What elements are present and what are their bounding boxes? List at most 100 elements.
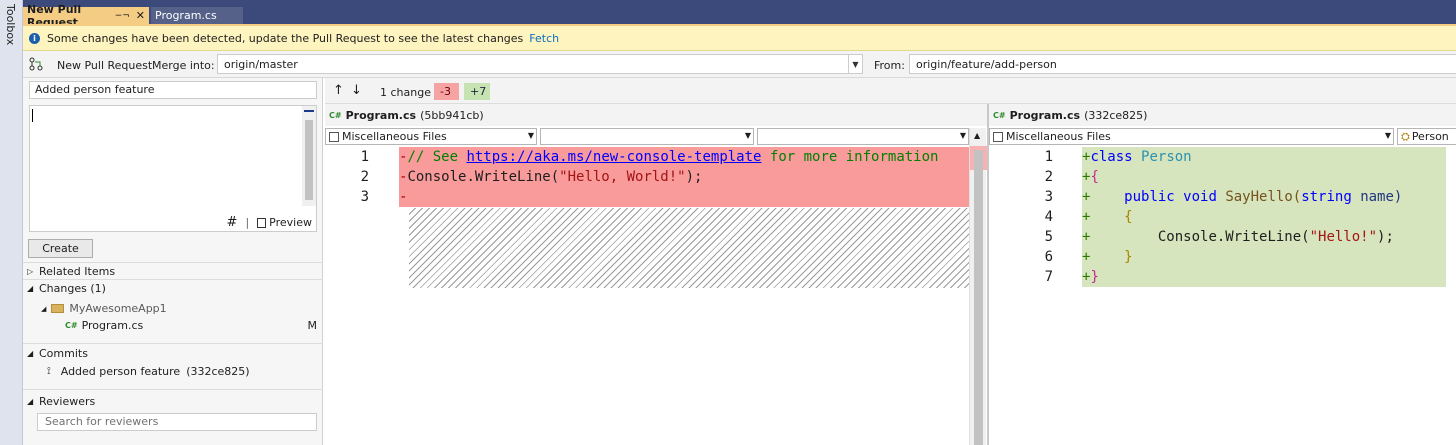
collapse-icon[interactable]: ◢ bbox=[27, 349, 34, 358]
pr-description-textarea[interactable]: # | Preview bbox=[29, 105, 317, 232]
related-items-header[interactable]: ▷ Related Items bbox=[27, 265, 115, 278]
keyword: string bbox=[1301, 189, 1352, 205]
from-branch-value: origin/feature/add-person bbox=[916, 57, 1057, 71]
collapse-icon[interactable]: ◢ bbox=[27, 284, 34, 293]
code-text: ); bbox=[1377, 229, 1394, 245]
document-tab-bar: New Pull Request −¬ ✕ Program.cs bbox=[23, 0, 1456, 29]
added-marker: + bbox=[1082, 209, 1091, 225]
tab-new-pull-request[interactable]: New Pull Request −¬ ✕ bbox=[23, 3, 149, 29]
chevron-down-icon[interactable]: ▼ bbox=[745, 131, 751, 140]
deletions-badge: -3 bbox=[434, 83, 459, 100]
added-marker: + bbox=[1082, 229, 1091, 245]
left-diff-pane: C# Program.cs (5bb941cb) Miscellaneous F… bbox=[325, 104, 987, 445]
csharp-file-icon: C# bbox=[329, 110, 342, 120]
scroll-up-icon[interactable]: ▲ bbox=[974, 131, 980, 140]
merge-into-value: origin/master bbox=[224, 57, 298, 71]
description-scrollbar[interactable] bbox=[302, 106, 316, 206]
create-button[interactable]: Create bbox=[28, 239, 93, 258]
close-icon[interactable]: ✕ bbox=[136, 9, 145, 22]
info-message: Some changes have been detected, update … bbox=[47, 31, 524, 45]
tab-program-cs[interactable]: Program.cs bbox=[151, 7, 243, 24]
diff-toolbar: ↑ ↓ 1 change -3 +7 bbox=[325, 78, 1456, 104]
line-number: 6 bbox=[1044, 249, 1053, 265]
code-text: Console.WriteLine( bbox=[407, 169, 560, 185]
info-icon: i bbox=[29, 32, 40, 44]
line-number: 5 bbox=[1044, 229, 1053, 245]
fetch-link[interactable]: Fetch bbox=[529, 32, 559, 45]
next-change-icon[interactable]: ↓ bbox=[351, 83, 362, 98]
additions-badge: +7 bbox=[464, 83, 490, 100]
text-caret bbox=[32, 109, 33, 122]
left-file-name: Program.cs bbox=[345, 108, 417, 122]
line-number: 2 bbox=[1044, 169, 1053, 185]
code-line[interactable]: -Console.WriteLine("Hello, World!"); bbox=[399, 167, 702, 187]
code-line[interactable]: +} bbox=[1082, 267, 1099, 287]
reviewers-label: Reviewers bbox=[39, 395, 96, 408]
reviewers-search-input[interactable]: Search for reviewers bbox=[37, 413, 317, 431]
tree-folder-row[interactable]: ◢ MyAwesomeApp1 bbox=[41, 302, 167, 315]
divider bbox=[23, 389, 323, 390]
type-nav-select[interactable]: ⛭ Person bbox=[1397, 128, 1456, 145]
chevron-down-icon[interactable]: ▼ bbox=[528, 131, 534, 140]
right-file-header: C# Program.cs (332ce825) bbox=[989, 104, 1456, 126]
added-marker: + bbox=[1082, 249, 1091, 265]
previous-change-icon[interactable]: ↑ bbox=[333, 83, 344, 98]
pr-title-input[interactable]: Added person feature bbox=[29, 81, 317, 99]
change-count: 1 change bbox=[380, 86, 431, 99]
reviewers-header[interactable]: ◢ Reviewers bbox=[27, 395, 95, 408]
missing-lines-hatch bbox=[409, 208, 969, 288]
collapse-icon[interactable]: ◢ bbox=[41, 305, 46, 313]
code-line[interactable]: + } bbox=[1082, 247, 1133, 267]
info-bar: i Some changes have been detected, updat… bbox=[23, 26, 1456, 51]
scrollbar-thumb[interactable] bbox=[305, 120, 313, 200]
preview-button[interactable]: Preview bbox=[257, 216, 312, 229]
type-nav-select[interactable]: ▼ bbox=[540, 128, 754, 145]
collapse-icon[interactable]: ◢ bbox=[27, 397, 34, 406]
toolbox-strip[interactable]: Toolbox bbox=[0, 0, 23, 445]
left-vertical-scrollbar[interactable]: ▲ bbox=[969, 128, 987, 445]
merge-into-select[interactable]: origin/master ▼ bbox=[217, 54, 863, 74]
chevron-down-icon[interactable]: ▼ bbox=[848, 55, 862, 73]
line-number: 2 bbox=[360, 169, 369, 185]
code-line[interactable]: + public void SayHello(string name) bbox=[1082, 187, 1402, 207]
project-icon bbox=[993, 131, 1003, 142]
line-number: 1 bbox=[360, 149, 369, 165]
comment-text: // See bbox=[407, 149, 467, 165]
project-nav-select[interactable]: Miscellaneous Files ▼ bbox=[989, 128, 1394, 145]
class-icon: ⛭ bbox=[1401, 129, 1410, 143]
file-status-badge: M bbox=[307, 319, 318, 332]
divider bbox=[23, 279, 323, 280]
code-line[interactable]: +{ bbox=[1082, 167, 1099, 187]
project-nav-select[interactable]: Miscellaneous Files ▼ bbox=[325, 128, 537, 145]
commit-icon: ⟟ bbox=[47, 366, 51, 377]
project-icon bbox=[329, 131, 339, 142]
member-nav-select[interactable]: ▼ bbox=[757, 128, 969, 145]
commits-header[interactable]: ◢ Commits bbox=[27, 347, 88, 360]
code-line[interactable]: -// See https://aka.ms/new-console-templ… bbox=[399, 147, 938, 167]
tree-file-row[interactable]: C# Program.cs M bbox=[65, 319, 317, 332]
divider bbox=[23, 262, 323, 263]
commit-row[interactable]: ⟟ Added person feature (332ce825) bbox=[47, 365, 250, 378]
code-line[interactable]: - bbox=[399, 187, 407, 207]
pull-request-icon bbox=[29, 57, 43, 71]
file-name: Program.cs bbox=[81, 319, 144, 332]
toolbox-label[interactable]: Toolbox bbox=[4, 4, 17, 45]
markdown-icon[interactable]: # bbox=[227, 215, 238, 230]
code-line[interactable]: +class Person bbox=[1082, 147, 1192, 167]
chevron-down-icon[interactable]: ▼ bbox=[960, 131, 966, 140]
changes-header[interactable]: ◢ Changes (1) bbox=[27, 282, 106, 295]
code-link[interactable]: https://aka.ms/new-console-template bbox=[466, 149, 761, 165]
chevron-down-icon[interactable]: ▼ bbox=[1385, 131, 1391, 140]
code-line[interactable]: + Console.WriteLine("Hello!"); bbox=[1082, 227, 1394, 247]
from-label: From: bbox=[874, 59, 905, 72]
pr-form-pane: Added person feature # | Preview Create … bbox=[23, 78, 323, 445]
commit-message: Added person feature bbox=[60, 365, 181, 378]
string-literal: "Hello!" bbox=[1309, 229, 1378, 245]
expand-icon[interactable]: ▷ bbox=[27, 267, 34, 276]
pull-request-toolbar: New Pull Request Merge into: origin/mast… bbox=[23, 51, 1456, 78]
added-line-highlight bbox=[1082, 267, 1446, 287]
from-branch-select[interactable]: origin/feature/add-person bbox=[909, 54, 1456, 74]
pin-icon[interactable]: −¬ bbox=[115, 11, 130, 21]
code-line[interactable]: + { bbox=[1082, 207, 1133, 227]
scrollbar-thumb[interactable] bbox=[974, 150, 983, 445]
